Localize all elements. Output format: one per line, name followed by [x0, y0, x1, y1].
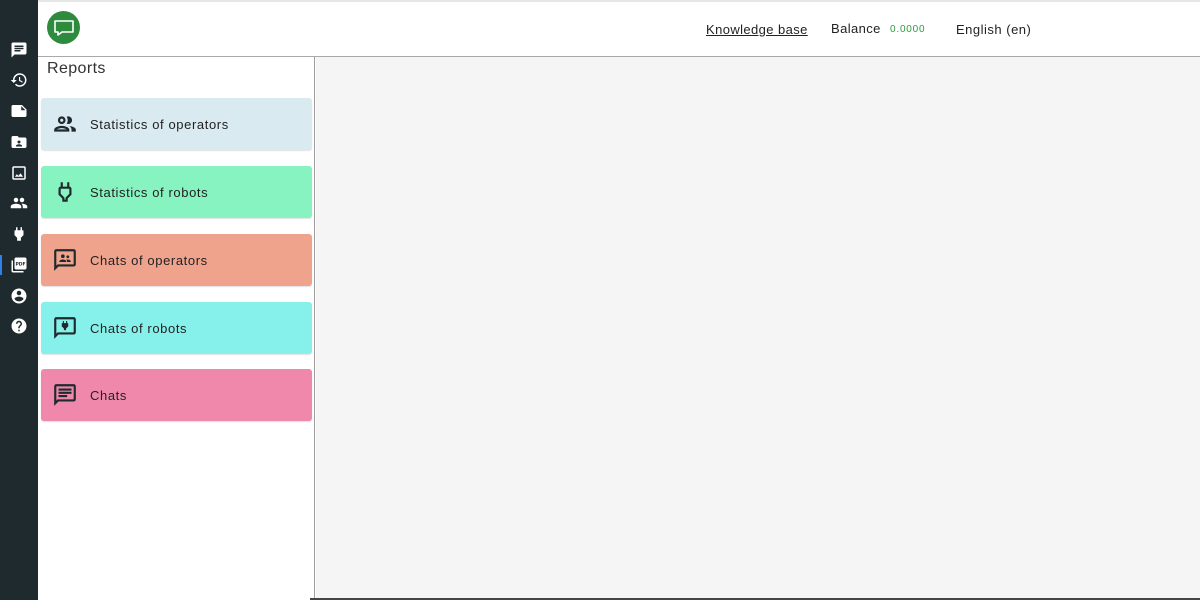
contact-folder-icon [11, 136, 27, 148]
report-statistics-of-robots[interactable]: Statistics of robots [41, 166, 312, 218]
sidebar-item-history[interactable] [0, 66, 38, 94]
svg-text:PDF: PDF [15, 261, 25, 267]
sidebar-item-contacts[interactable] [0, 128, 38, 156]
report-chats-of-robots[interactable]: Chats of robots [41, 302, 312, 354]
report-content-area [316, 57, 1200, 598]
app-logo[interactable] [47, 11, 80, 44]
language-selector[interactable]: English (en) [956, 22, 1031, 37]
balance-label: Balance [831, 21, 881, 36]
report-label: Chats of robots [90, 320, 188, 336]
people-icon [10, 197, 28, 209]
sidebar-item-chats[interactable] [0, 36, 38, 64]
sidebar-item-users[interactable] [0, 189, 38, 217]
sidebar-item-reports[interactable]: PDF [0, 251, 38, 279]
sidebar-item-notes[interactable] [0, 97, 38, 125]
note-icon [11, 105, 27, 117]
sidebar-item-robots[interactable] [0, 220, 38, 248]
sidebar-item-help[interactable] [0, 312, 38, 340]
page-title: Reports [47, 60, 106, 77]
report-label: Chats of operators [90, 252, 208, 268]
chat-lines-icon [52, 382, 78, 408]
report-label: Statistics of operators [90, 116, 229, 132]
report-label: Statistics of robots [90, 184, 209, 200]
top-header: Knowledge base Balance 0.0000 English (e… [38, 0, 1200, 57]
report-chats[interactable]: Chats [41, 369, 312, 421]
robot-chat-icon [52, 315, 78, 341]
plug-icon [14, 227, 24, 241]
sidebar-item-media[interactable] [0, 159, 38, 187]
help-icon [11, 318, 27, 334]
operator-chat-icon [52, 247, 78, 273]
account-circle-icon [11, 288, 27, 304]
image-icon [12, 166, 26, 180]
chat-icon [11, 42, 27, 58]
operators-icon [52, 111, 78, 137]
pdf-icon: PDF [11, 257, 27, 273]
reports-panel: Reports Statistics of operators Statisti… [38, 57, 315, 600]
chat-bubble-icon [53, 19, 74, 36]
plug-icon [52, 179, 78, 205]
report-chats-of-operators[interactable]: Chats of operators [41, 234, 312, 286]
report-label: Chats [90, 387, 127, 403]
history-icon [10, 73, 27, 87]
knowledge-base-link[interactable]: Knowledge base [706, 22, 808, 37]
balance-value: 0.0000 [890, 24, 926, 35]
sidebar-item-account[interactable] [0, 282, 38, 310]
icon-sidebar: PDF [0, 0, 38, 600]
report-statistics-of-operators[interactable]: Statistics of operators [41, 98, 312, 150]
